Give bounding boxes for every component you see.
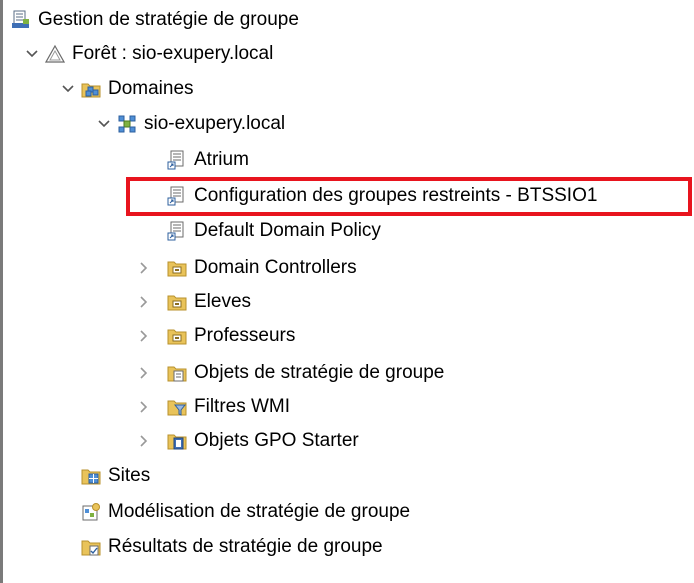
tree-item-label: Sites xyxy=(108,465,151,486)
console-tree: Gestion de stratégie de groupe Forêt : s… xyxy=(0,0,694,583)
sites-icon xyxy=(81,466,101,486)
ou-folder-icon xyxy=(167,258,187,278)
tree-item-starter-gpos[interactable]: Objets GPO Starter xyxy=(135,424,359,458)
starter-gpo-icon xyxy=(167,431,187,451)
tree-item-label: Professeurs xyxy=(194,325,296,346)
results-icon xyxy=(81,537,101,557)
modeling-icon xyxy=(81,502,101,522)
gpo-link-icon xyxy=(167,221,187,241)
tree-item-label: Forêt : sio-exupery.local xyxy=(72,43,274,64)
tree-item-gpo-link-restricted-groups[interactable]: Configuration des groupes restreints - B… xyxy=(145,179,597,213)
tree-item-ou[interactable]: Professeurs xyxy=(135,319,295,353)
tree-item-label: Filtres WMI xyxy=(194,396,291,417)
chevron-down-icon[interactable] xyxy=(23,37,41,71)
chevron-right-icon[interactable] xyxy=(135,356,153,390)
tree-item-gpo-container[interactable]: Objets de stratégie de groupe xyxy=(135,356,444,390)
domain-icon xyxy=(117,114,137,134)
tree-item-label: Eleves xyxy=(194,291,252,312)
tree-item-label: sio-exupery.local xyxy=(144,113,286,134)
chevron-down-icon[interactable] xyxy=(95,107,113,141)
chevron-down-icon[interactable] xyxy=(59,72,77,106)
tree-item-label: Objets de stratégie de groupe xyxy=(194,362,445,383)
domains-folder-icon xyxy=(81,79,101,99)
chevron-right-icon[interactable] xyxy=(135,390,153,424)
tree-item-label: Gestion de stratégie de groupe xyxy=(38,9,299,30)
tree-item-sites[interactable]: Sites xyxy=(81,459,150,493)
tree-item-label: Domain Controllers xyxy=(194,257,357,278)
wmi-filter-icon xyxy=(167,397,187,417)
tree-item-label: Configuration des groupes restreints - B… xyxy=(194,185,598,206)
ou-folder-icon xyxy=(167,292,187,312)
tree-item-ou[interactable]: Domain Controllers xyxy=(135,251,357,285)
gpmc-console-icon xyxy=(11,10,31,30)
gpo-link-icon xyxy=(167,186,187,206)
tree-item-label: Atrium xyxy=(194,149,249,170)
gpo-container-icon xyxy=(167,363,187,383)
ou-folder-icon xyxy=(167,326,187,346)
tree-item-gpmc-root[interactable]: Gestion de stratégie de groupe xyxy=(11,3,299,37)
chevron-right-icon[interactable] xyxy=(135,285,153,319)
tree-item-gpo-link[interactable]: Default Domain Policy xyxy=(145,214,381,248)
tree-item-label: Modélisation de stratégie de groupe xyxy=(108,501,411,522)
tree-item-domains[interactable]: Domaines xyxy=(59,72,194,106)
tree-item-label: Résultats de stratégie de groupe xyxy=(108,536,383,557)
tree-item-forest[interactable]: Forêt : sio-exupery.local xyxy=(23,37,273,71)
gpo-link-icon xyxy=(167,150,187,170)
tree-item-gp-modeling[interactable]: Modélisation de stratégie de groupe xyxy=(81,495,410,529)
tree-item-domain[interactable]: sio-exupery.local xyxy=(95,107,285,141)
tree-item-gp-results[interactable]: Résultats de stratégie de groupe xyxy=(81,530,383,564)
tree-item-ou[interactable]: Eleves xyxy=(135,285,251,319)
tree-item-label: Domaines xyxy=(108,78,194,99)
tree-item-label: Objets GPO Starter xyxy=(194,430,359,451)
tree-item-label: Default Domain Policy xyxy=(194,220,381,241)
tree-item-gpo-link[interactable]: Atrium xyxy=(145,143,249,177)
chevron-right-icon[interactable] xyxy=(135,251,153,285)
chevron-right-icon[interactable] xyxy=(135,424,153,458)
tree-item-wmi-filters[interactable]: Filtres WMI xyxy=(135,390,290,424)
chevron-right-icon[interactable] xyxy=(135,319,153,353)
forest-icon xyxy=(45,44,65,64)
